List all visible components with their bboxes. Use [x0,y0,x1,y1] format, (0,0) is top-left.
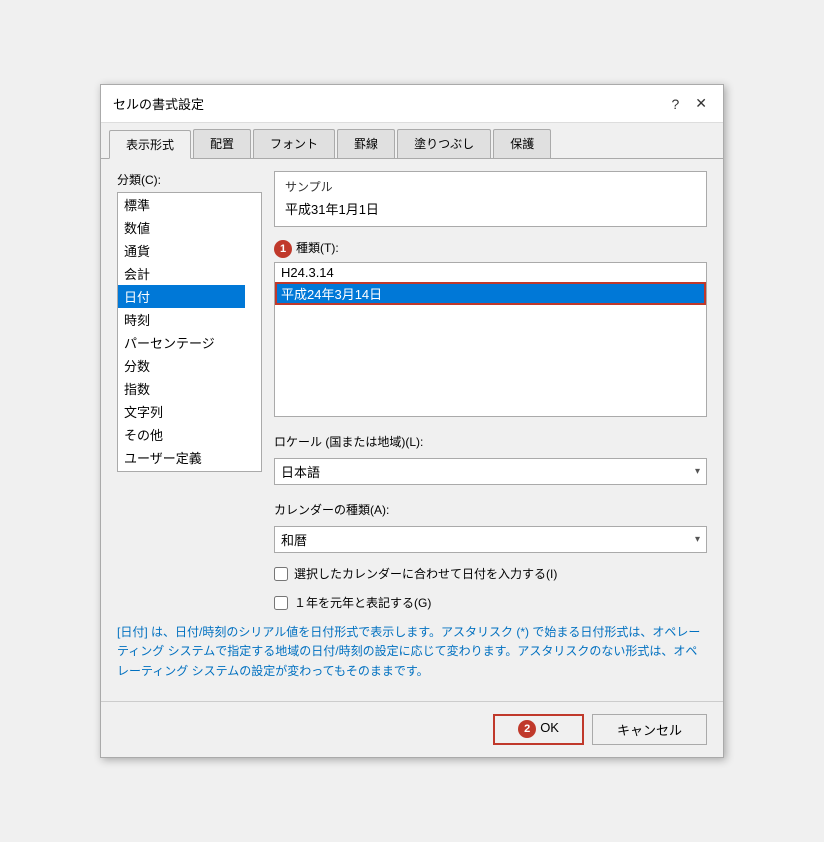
category-item-standard[interactable]: 標準 [118,193,245,216]
category-item-accounting[interactable]: 会計 [118,262,245,285]
tab-protect[interactable]: 保護 [493,129,551,158]
locale-section: ロケール (国または地域)(L): 日本語 ▾ [274,429,707,485]
locale-dropdown[interactable]: 日本語 ▾ [274,458,707,485]
tab-align[interactable]: 配置 [193,129,251,158]
type-item-h243[interactable]: H24.3.14 [275,263,706,282]
title-bar: セルの書式設定 ? ✕ [101,85,723,123]
sample-label: サンプル [285,178,696,195]
right-panel: サンプル 平成31年1月1日 1種類(T): H24.3.14 平成24年3月1… [274,171,707,611]
footer: 2OK キャンセル [101,701,723,757]
checkbox-gannen-label: １年を元年と表記する(G) [294,594,431,611]
locale-value: 日本語 [281,462,320,481]
calendar-arrow-icon: ▾ [695,534,700,545]
locale-arrow-icon: ▾ [695,466,700,477]
tab-bar: 表示形式 配置 フォント 罫線 塗りつぶし 保護 [101,123,723,159]
category-item-scientific[interactable]: 指数 [118,377,245,400]
sample-value: 平成31年1月1日 [285,199,696,218]
checkbox-calendar-label: 選択したカレンダーに合わせて日付を入力する(I) [294,565,557,582]
locale-label: ロケール (国または地域)(L): [274,433,707,450]
category-item-custom[interactable]: ユーザー定義 [118,446,245,469]
calendar-label: カレンダーの種類(A): [274,501,707,518]
calendar-dropdown[interactable]: 和暦 ▾ [274,526,707,553]
type-listbox[interactable]: H24.3.14 平成24年3月14日 [274,262,707,417]
category-item-currency[interactable]: 通貨 [118,239,245,262]
category-list-inner: 標準 数値 通貨 会計 日付 時刻 パーセンテージ 分数 指数 文字列 その他 … [118,193,261,469]
type-item-heisei[interactable]: 平成24年3月14日 [275,282,706,305]
category-item-number[interactable]: 数値 [118,216,245,239]
category-item-fraction[interactable]: 分数 [118,354,245,377]
left-panel: 分類(C): 標準 数値 通貨 会計 日付 時刻 パーセンテージ 分数 指数 文… [117,171,262,611]
category-item-text[interactable]: 文字列 [118,400,245,423]
format-cells-dialog: セルの書式設定 ? ✕ 表示形式 配置 フォント 罫線 塗りつぶし 保護 分類(… [100,84,724,758]
dialog-title: セルの書式設定 [113,94,204,113]
cancel-button[interactable]: キャンセル [592,714,707,745]
category-listbox[interactable]: 標準 数値 通貨 会計 日付 時刻 パーセンテージ 分数 指数 文字列 その他 … [117,192,262,472]
category-item-date[interactable]: 日付 [118,285,245,308]
checkbox-calendar-input[interactable] [274,567,288,581]
type-badge: 1 [274,240,292,258]
type-label: 1種類(T): [274,239,707,258]
category-label: 分類(C): [117,171,262,188]
sample-box: サンプル 平成31年1月1日 [274,171,707,227]
ok-button[interactable]: 2OK [493,714,584,745]
checkbox-row-2: １年を元年と表記する(G) [274,594,707,611]
calendar-value: 和暦 [281,530,307,549]
main-area: 分類(C): 標準 数値 通貨 会計 日付 時刻 パーセンテージ 分数 指数 文… [117,171,707,611]
category-item-other[interactable]: その他 [118,423,245,446]
close-button[interactable]: ✕ [691,93,711,114]
calendar-section: カレンダーの種類(A): 和暦 ▾ [274,497,707,553]
checkbox-row-1: 選択したカレンダーに合わせて日付を入力する(I) [274,565,707,582]
tab-fill[interactable]: 塗りつぶし [397,129,491,158]
tab-font[interactable]: フォント [253,129,335,158]
tab-format[interactable]: 表示形式 [109,130,191,159]
tab-border[interactable]: 罫線 [337,129,395,158]
type-section: 1種類(T): H24.3.14 平成24年3月14日 [274,235,707,417]
ok-badge: 2 [518,720,536,738]
category-item-percentage[interactable]: パーセンテージ [118,331,245,354]
title-icons: ? ✕ [667,93,711,114]
description-text: [日付] は、日付/時刻のシリアル値を日付形式で表示します。アスタリスク (*)… [117,623,707,681]
tab-content: 分類(C): 標準 数値 通貨 会計 日付 時刻 パーセンテージ 分数 指数 文… [101,159,723,693]
checkbox-gannen-input[interactable] [274,596,288,610]
category-item-time[interactable]: 時刻 [118,308,245,331]
help-button[interactable]: ? [667,94,683,114]
